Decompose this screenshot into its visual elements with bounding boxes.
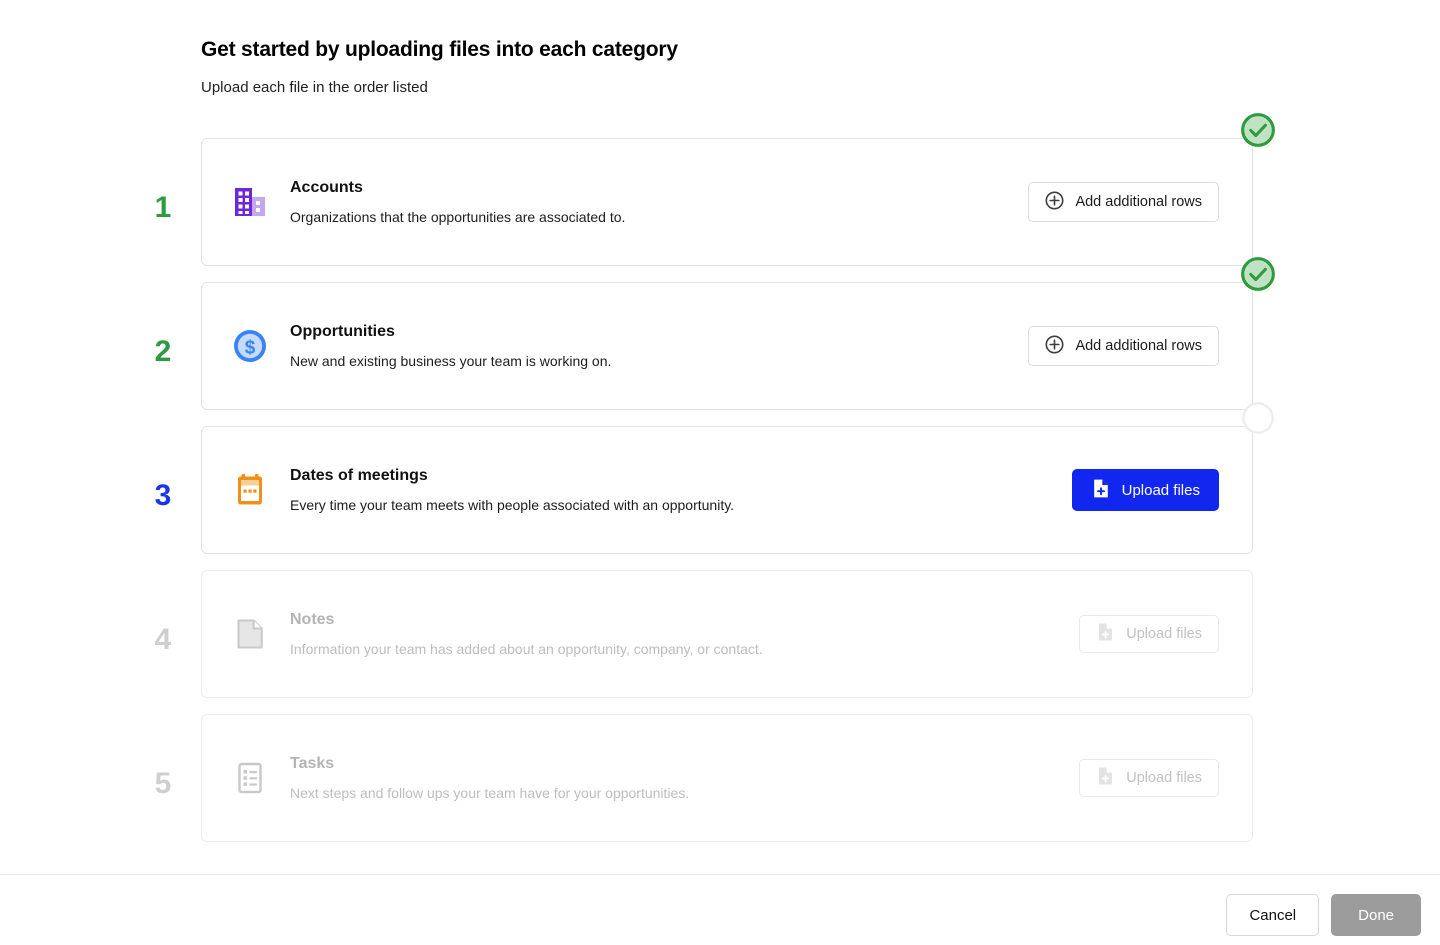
check-badge-accounts xyxy=(1239,111,1277,149)
step-title: Notes xyxy=(290,611,335,628)
step-title: Accounts xyxy=(290,179,363,196)
step-description: Every time your team meets with people a… xyxy=(290,497,735,513)
upload-steps-list: 1 Accounts Organizations that the opport… xyxy=(0,113,1440,856)
empty-badge-dates-of-meetings xyxy=(1239,399,1277,437)
circle-plus-icon xyxy=(1045,191,1064,214)
step-text-tasks: Tasks Next steps and follow ups your tea… xyxy=(290,754,1050,802)
building-icon xyxy=(230,182,270,222)
step-description: Organizations that the opportunities are… xyxy=(290,209,626,225)
step-card-accounts: Accounts Organizations that the opportun… xyxy=(201,138,1253,266)
step-row: 1 Accounts Organizations that the opport… xyxy=(0,113,1440,280)
step-number-3: 3 xyxy=(154,479,172,512)
file-upload-icon xyxy=(1096,766,1115,790)
upload-files-button-disabled[interactable]: Upload files xyxy=(1079,759,1219,797)
step-title: Tasks xyxy=(290,755,335,772)
upload-files-button-disabled[interactable]: Upload files xyxy=(1079,615,1219,653)
upload-files-button[interactable]: Upload files xyxy=(1071,469,1219,511)
step-number-2: 2 xyxy=(154,335,172,368)
page-title: Get started by uploading files into each… xyxy=(201,38,678,61)
step-text-opportunities: Opportunities New and existing business … xyxy=(290,322,1050,370)
page-subtitle: Upload each file in the order listed xyxy=(201,79,428,96)
footer-actions: Cancel Done xyxy=(1226,894,1421,936)
button-label: Upload files xyxy=(1121,481,1200,499)
footer-bar: Cancel Done xyxy=(0,874,1440,945)
add-additional-rows-button[interactable]: Add additional rows xyxy=(1028,182,1219,222)
file-upload-icon xyxy=(1096,622,1115,646)
task-list-icon xyxy=(230,758,270,798)
document-icon xyxy=(230,614,270,654)
step-description: New and existing business your team is w… xyxy=(290,353,612,369)
button-label: Upload files xyxy=(1126,770,1202,786)
step-text-dates-of-meetings: Dates of meetings Every time your team m… xyxy=(290,466,1050,514)
cancel-button[interactable]: Cancel xyxy=(1226,894,1320,936)
add-additional-rows-button[interactable]: Add additional rows xyxy=(1028,326,1219,366)
step-action-tasks: Upload files xyxy=(1079,759,1219,797)
step-title: Dates of meetings xyxy=(290,467,428,484)
step-number-1: 1 xyxy=(154,191,172,224)
step-row: 3 Dates of meetings Every time your team… xyxy=(0,402,1440,568)
button-label: Upload files xyxy=(1126,626,1202,642)
step-action-dates-of-meetings: Upload files xyxy=(1071,469,1219,511)
step-description: Information your team has added about an… xyxy=(290,641,763,657)
step-card-opportunities: $ Opportunities New and existing busines… xyxy=(201,282,1253,410)
button-label: Add additional rows xyxy=(1075,194,1202,210)
step-card-tasks: Tasks Next steps and follow ups your tea… xyxy=(201,714,1253,842)
step-number-4: 4 xyxy=(154,623,172,656)
step-row: 5 Tasks Next steps and follow ups your t… xyxy=(0,712,1440,856)
step-row: 4 Notes Information your team has added … xyxy=(0,568,1440,712)
step-action-notes: Upload files xyxy=(1079,615,1219,653)
calendar-icon xyxy=(230,470,270,510)
step-description: Next steps and follow ups your team have… xyxy=(290,785,690,801)
step-title: Opportunities xyxy=(290,323,395,340)
dollar-coin-icon: $ xyxy=(230,326,270,366)
upload-wizard-page: Get started by uploading files into each… xyxy=(0,0,1440,945)
page-header: Get started by uploading files into each… xyxy=(201,36,1261,98)
circle-plus-icon xyxy=(1045,335,1064,358)
step-action-accounts: Add additional rows xyxy=(1028,182,1219,222)
check-badge-opportunities xyxy=(1239,255,1277,293)
file-upload-icon xyxy=(1091,478,1111,503)
step-card-dates-of-meetings: Dates of meetings Every time your team m… xyxy=(201,426,1253,554)
step-action-opportunities: Add additional rows xyxy=(1028,326,1219,366)
step-text-notes: Notes Information your team has added ab… xyxy=(290,610,1050,658)
step-number-5: 5 xyxy=(154,767,172,800)
button-label: Add additional rows xyxy=(1075,338,1202,354)
step-text-accounts: Accounts Organizations that the opportun… xyxy=(290,178,1050,226)
step-card-notes: Notes Information your team has added ab… xyxy=(201,570,1253,698)
step-row: 2 $ Opportunities New and existing busin… xyxy=(0,257,1440,424)
svg-text:$: $ xyxy=(245,338,256,359)
done-button[interactable]: Done xyxy=(1331,894,1421,936)
